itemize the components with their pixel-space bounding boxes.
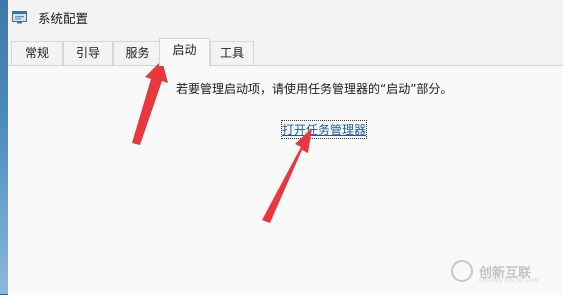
msconfig-app-icon (12, 9, 27, 24)
tab-tools[interactable]: 工具 (210, 41, 254, 65)
tab-startup[interactable]: 启动 (159, 38, 210, 66)
open-task-manager-link[interactable]: 打开任务管理器 (280, 120, 368, 139)
tab-strip: 常规 引导 服务 启动 工具 (8, 38, 563, 66)
tab-services[interactable]: 服务 (113, 41, 162, 65)
tab-boot[interactable]: 引导 (63, 41, 113, 65)
watermark-circle-icon (451, 260, 473, 282)
title-bar: 系统配置 (8, 0, 563, 32)
window-title: 系统配置 (38, 11, 89, 26)
startup-panel: 若要管理启动项，请使用任务管理器的“启动”部分。 打开任务管理器 创新互联 CH… (8, 65, 563, 295)
tab-general[interactable]: 常规 (11, 41, 63, 65)
startup-info-text: 若要管理启动项，请使用任务管理器的“启动”部分。 (176, 82, 453, 96)
watermark-logo: 创新互联 CHUANG XIN HU LIAN (451, 257, 553, 287)
system-configuration-window: 系统配置 常规 引导 服务 启动 工具 若要管理启动项，请使用任务管理器的“启动… (8, 0, 563, 295)
watermark-subtext: CHUANG XIN HU LIAN (479, 278, 539, 284)
